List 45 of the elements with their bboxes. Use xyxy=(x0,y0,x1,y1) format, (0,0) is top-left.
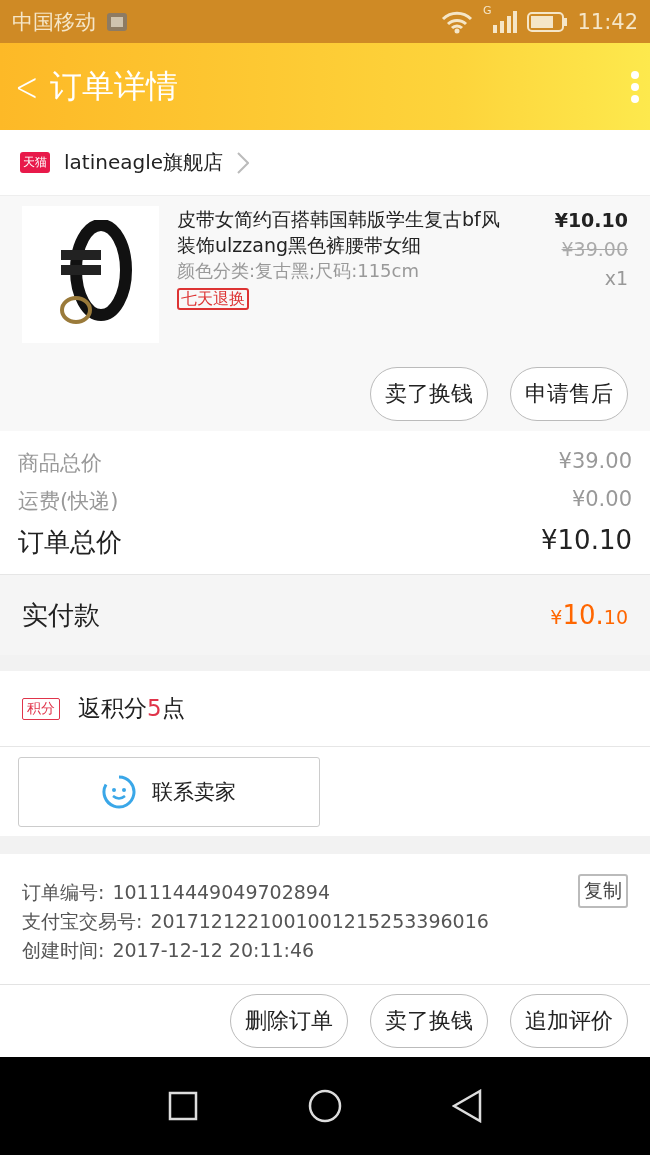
product-quantity: x1 xyxy=(603,266,628,291)
contact-seller-button[interactable]: 联系卖家 xyxy=(18,756,320,827)
summary-label: 商品总价 xyxy=(18,450,102,477)
paid-label: 实付款 xyxy=(22,598,100,632)
info-label: 订单编号: xyxy=(22,880,105,905)
product-title: 皮带女简约百搭韩国韩版学生复古bf风装饰ulzzang黑色裤腰带女细 xyxy=(177,207,501,258)
points-text: 返积分5点 xyxy=(78,694,185,723)
product-variant: 颜色分类:复古黑;尺码:115cm xyxy=(177,259,420,283)
info-value: 101114449049702894 xyxy=(112,880,330,905)
carrier-name: 中国移动 xyxy=(12,8,96,36)
store-badge: 天猫 xyxy=(20,152,50,173)
points-badge: 积分 xyxy=(22,697,60,720)
image-icon xyxy=(106,11,128,32)
shop-name: latineagle旗舰店 xyxy=(64,149,223,176)
return-policy-tag: 七天退换 xyxy=(177,288,249,310)
info-label: 支付宝交易号: xyxy=(22,909,143,934)
smiley-icon xyxy=(102,774,136,809)
action-button[interactable]: 卖了换钱 xyxy=(370,367,488,421)
chevron-right-icon xyxy=(237,151,249,174)
action-button[interactable]: 卖了换钱 xyxy=(370,994,488,1048)
paid-amount: ¥10.10 xyxy=(550,600,628,630)
summary-value: ¥10.10 xyxy=(541,525,632,557)
summary-value: ¥39.00 xyxy=(558,449,632,475)
product-price: ¥10.10 xyxy=(554,208,628,233)
original-price: ¥39.00 xyxy=(560,237,628,262)
summary-label: 订单总价 xyxy=(18,526,122,559)
summary-label: 运费(快递) xyxy=(18,488,119,515)
battery-icon xyxy=(527,11,568,32)
info-value: 2017121221001001215253396016 xyxy=(150,909,489,934)
page-title: 订单详情 xyxy=(49,65,178,107)
summary-value: ¥0.00 xyxy=(571,487,632,513)
clock-time: 11:42 xyxy=(577,9,638,34)
circle-icon[interactable] xyxy=(308,1089,342,1123)
info-value: 2017-12-12 20:11:46 xyxy=(112,938,315,963)
action-button[interactable]: 删除订单 xyxy=(230,994,348,1048)
action-button[interactable]: 追加评价 xyxy=(510,994,628,1048)
wifi-icon xyxy=(440,9,473,34)
copy-button[interactable]: 复制 xyxy=(578,874,628,908)
triangle-icon[interactable] xyxy=(452,1089,482,1123)
signal-icon xyxy=(493,10,518,33)
action-button[interactable]: 申请售后 xyxy=(510,367,628,421)
network-type: G xyxy=(482,4,492,17)
shop-row[interactable]: 天猫 latineagle旗舰店 xyxy=(0,130,650,196)
square-icon[interactable] xyxy=(168,1091,198,1121)
info-label: 创建时间: xyxy=(22,938,105,963)
